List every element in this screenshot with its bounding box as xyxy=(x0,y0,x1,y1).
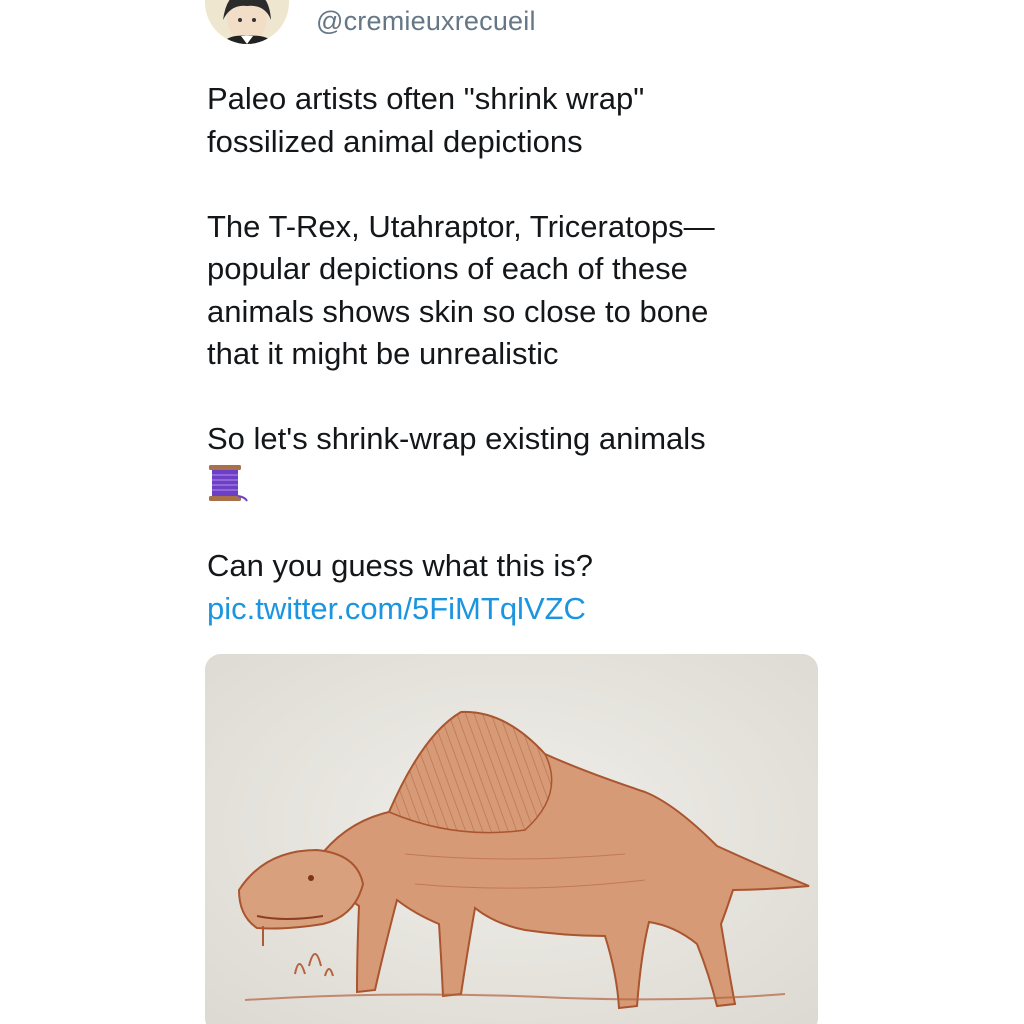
spool-of-thread-icon xyxy=(209,464,248,502)
tweet-text: Paleo artists often "shrink wrap" fossil… xyxy=(207,78,827,630)
tweet-media[interactable] xyxy=(205,654,818,1024)
avatar[interactable] xyxy=(205,0,289,44)
portrait-avatar-icon xyxy=(205,0,289,44)
media-link[interactable]: pic.twitter.com/5FiMTqlVZC xyxy=(207,588,827,631)
tweet-paragraph: Paleo artists often "shrink wrap" fossil… xyxy=(207,81,645,159)
tweet: @cremieuxrecueil Paleo artists often "sh… xyxy=(0,0,1024,1024)
user-handle[interactable]: @cremieuxrecueil xyxy=(316,6,536,37)
tweet-paragraph: The T-Rex, Utahraptor, Triceratops— popu… xyxy=(207,208,715,372)
shrink-wrapped-animal-illustration xyxy=(205,654,818,1024)
tweet-paragraph: So let's shrink-wrap existing animals xyxy=(207,421,706,456)
tweet-question: Can you guess what this is? xyxy=(207,548,593,583)
